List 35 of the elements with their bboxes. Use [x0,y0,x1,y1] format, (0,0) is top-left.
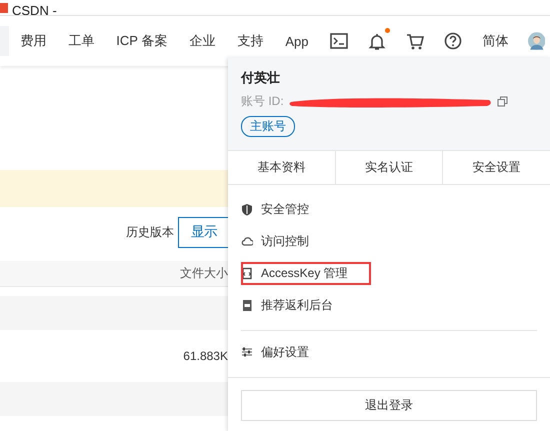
table-cell: 61.883K [183,349,228,363]
history-label: 历史版本 [126,224,174,240]
menu-item[interactable]: 访问控制 [241,225,537,257]
browser-tab-title[interactable]: CSDN - [12,3,57,15]
show-button[interactable]: 显示 [178,216,228,248]
nav-link[interactable]: 工单 [57,32,106,50]
help-icon[interactable] [444,32,462,50]
terminal-icon[interactable] [330,32,348,50]
account-tab[interactable]: 实名认证 [334,151,442,184]
cart-icon[interactable] [406,32,424,50]
menu-item[interactable]: 偏好设置 [241,336,537,368]
account-tab[interactable]: 安全设置 [442,151,550,184]
language-link[interactable]: 简体 [472,32,520,50]
nav-link[interactable]: 支持 [226,32,274,50]
column-header: 文件大小 [180,265,228,282]
user-name: 付英壮 [241,69,281,87]
account-type-badge: 主账号 [241,116,295,137]
menu-item[interactable]: 推荐返利后台 [241,289,537,321]
key-frame-icon [241,266,253,280]
cloud-icon [241,234,253,248]
nav-link[interactable]: 费用 [9,32,58,50]
account-id-label: 账号 ID: [241,93,284,110]
bell-icon[interactable] [368,32,386,50]
nav-link[interactable]: App [274,34,320,48]
site-icon [0,3,8,13]
shield-icon [241,202,253,216]
menu-item[interactable]: 安全管控 [241,193,537,225]
logout-button[interactable]: 退出登录 [241,390,537,421]
copy-icon[interactable] [496,96,508,107]
menu-item[interactable]: AccessKey 管理 [241,257,537,289]
sliders-icon [241,346,253,358]
book-icon [241,298,253,312]
nav-link[interactable]: ICP 备案 [105,32,178,50]
nav-link[interactable]: 企业 [178,32,226,50]
account-tab[interactable]: 基本资料 [228,151,335,184]
